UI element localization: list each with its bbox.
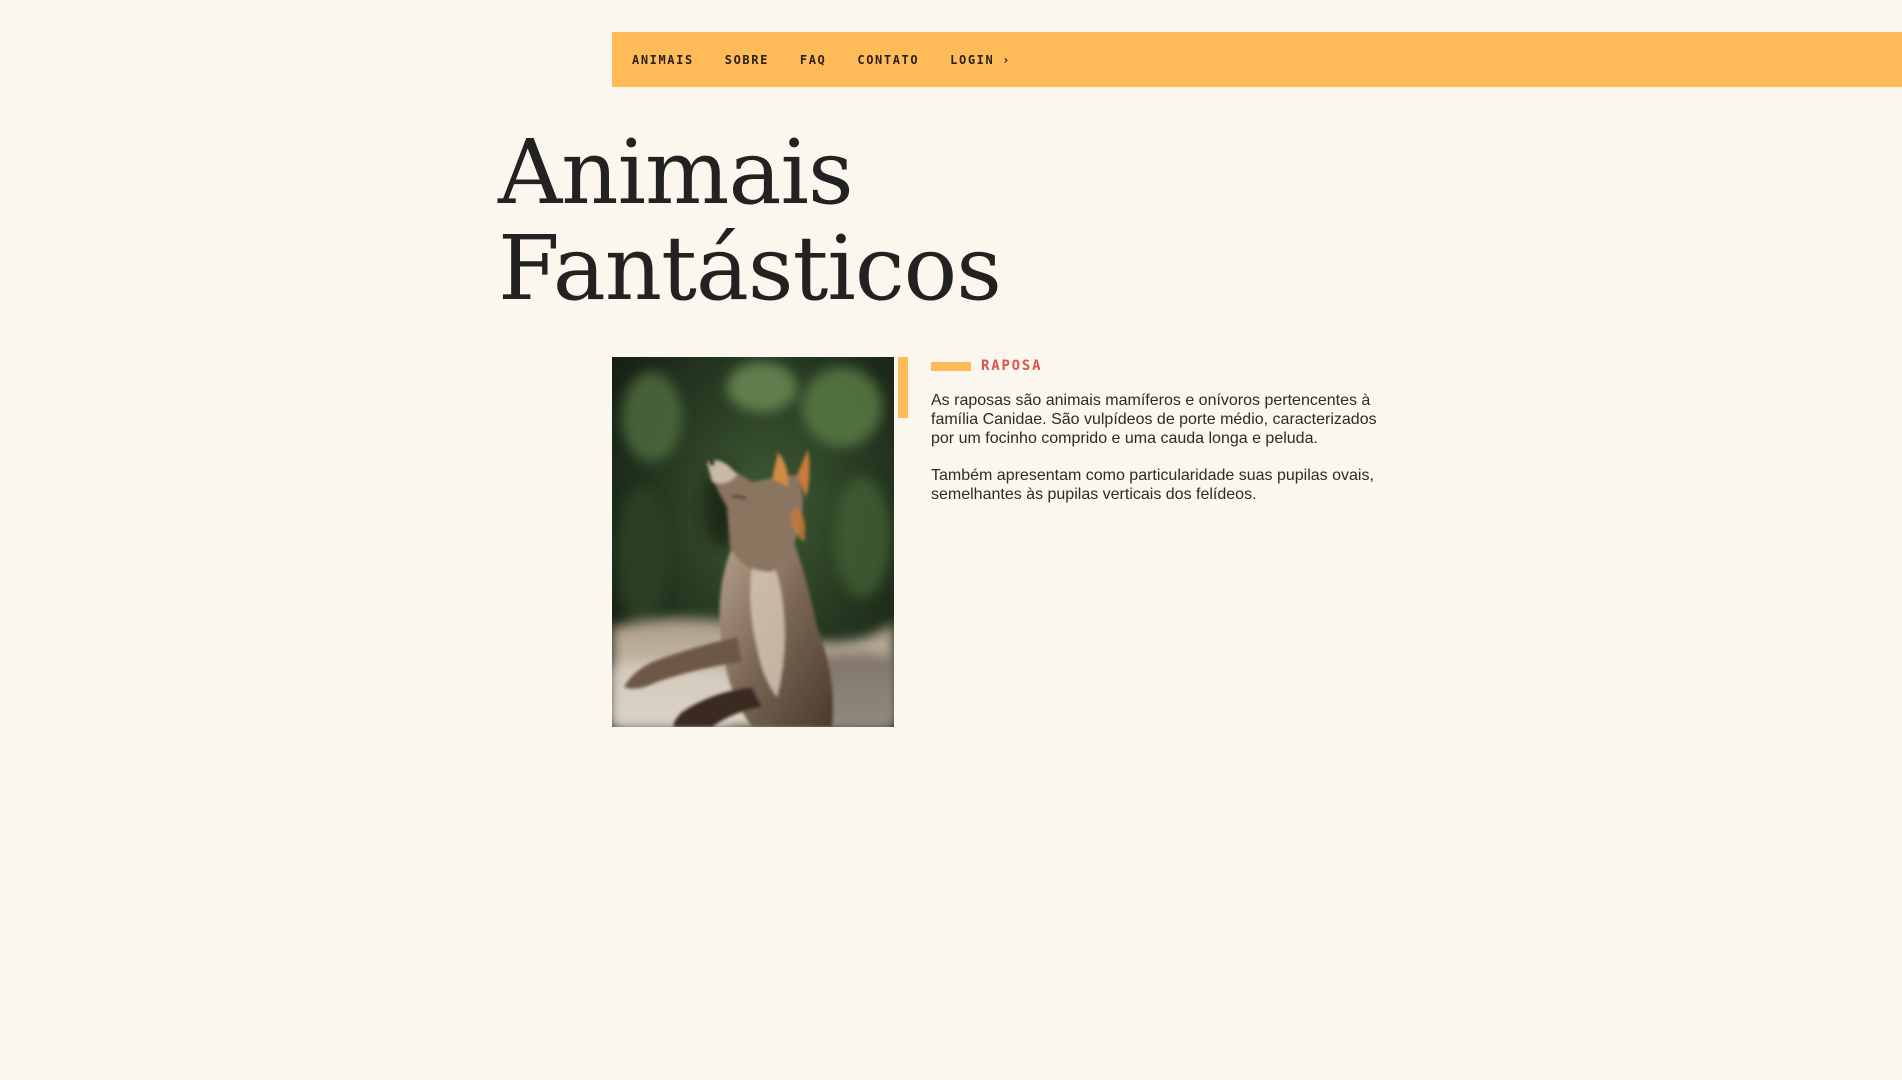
page-title: Animais Fantásticos xyxy=(498,120,1002,320)
nav-link-contato[interactable]: CONTATO xyxy=(857,53,919,67)
accent-bar xyxy=(898,357,908,418)
nav-link-login[interactable]: LOGIN › xyxy=(950,53,1011,67)
fox-photo xyxy=(612,357,894,727)
page-title-line-1: Animais xyxy=(498,120,854,224)
nav-link-faq[interactable]: FAQ xyxy=(800,53,826,67)
top-nav: ANIMAIS SOBRE FAQ CONTATO LOGIN › xyxy=(612,32,1902,87)
section-label-text: RAPOSA xyxy=(981,358,1043,374)
article-paragraph-1: As raposas são animais mamíferos e onívo… xyxy=(931,392,1377,447)
article-paragraph-2: Também apresentam como particularidade s… xyxy=(931,467,1374,503)
nav-link-login-label: LOGIN xyxy=(950,52,995,67)
article-description: As raposas são animais mamíferos e onívo… xyxy=(931,391,1391,522)
fox-photo-illustration xyxy=(612,357,894,727)
nav-link-sobre[interactable]: SOBRE xyxy=(725,53,769,67)
nav-link-animais[interactable]: ANIMAIS xyxy=(632,53,694,67)
label-line-decoration xyxy=(931,361,971,371)
section-label: RAPOSA xyxy=(931,358,1042,374)
page-title-line-2: Fantásticos xyxy=(498,216,1002,320)
chevron-right-icon: › xyxy=(1002,52,1012,67)
